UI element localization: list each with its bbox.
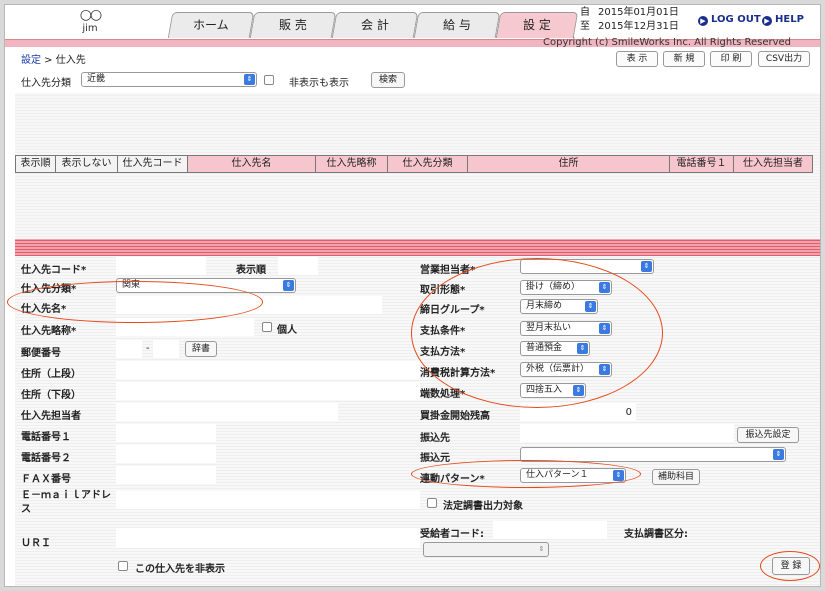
col-header-category[interactable]: 仕入先分類	[387, 155, 467, 173]
hide-supplier-checkbox[interactable]	[118, 561, 128, 571]
zip-label: 郵便番号	[21, 348, 61, 359]
show-button[interactable]: 表 示	[616, 51, 658, 67]
breadcrumb-link-settings[interactable]: 設定	[21, 55, 41, 66]
contact-input[interactable]	[116, 403, 338, 421]
statutory-report-label: 法定調書出力対象	[443, 501, 523, 512]
category-filter-select[interactable]: 近畿 ⇕	[81, 72, 257, 87]
print-button[interactable]: 印 刷	[710, 51, 752, 67]
payment-doc-category-select[interactable]: ⇕	[423, 542, 549, 557]
order-input[interactable]	[278, 257, 318, 275]
short-name-label: 仕入先略称*	[21, 326, 77, 337]
aux-account-button[interactable]: 補助科目	[652, 469, 700, 485]
transfer-from-label: 振込元	[420, 453, 450, 464]
search-button[interactable]: 検索	[371, 72, 405, 88]
copyright: Copyright (c) SmileWorks Inc. All Rights…	[543, 37, 792, 48]
tab-sales[interactable]: 販 売	[249, 12, 337, 38]
address2-label: 住所（下段）	[21, 390, 81, 401]
payment-doc-category-label: 支払調書区分:	[624, 529, 688, 540]
col-header-tel[interactable]: 電話番号１	[669, 155, 733, 173]
col-header-hidden[interactable]: 表示しない	[55, 155, 117, 173]
zip-second-input[interactable]	[153, 340, 179, 358]
tab-accounting[interactable]: 会 計	[331, 12, 419, 38]
zip-separator: -	[146, 343, 150, 354]
tel1-label: 電話番号１	[21, 432, 71, 443]
order-label: 表示順	[236, 265, 266, 276]
col-header-short-name[interactable]: 仕入先略称	[315, 155, 387, 173]
statutory-report-checkbox[interactable]	[427, 498, 437, 508]
recipient-code-input[interactable]	[493, 521, 607, 539]
annotation-ellipse-register	[760, 551, 820, 581]
logout-link[interactable]: ▶ LOG OUT	[698, 14, 761, 26]
new-button[interactable]: 新 規	[663, 51, 705, 67]
code-input[interactable]	[116, 257, 206, 275]
annotation-ellipse-link-pattern	[411, 460, 641, 488]
show-hidden-checkbox[interactable]	[264, 75, 274, 85]
chevron-updown-icon: ⇕	[641, 261, 652, 272]
col-header-address[interactable]: 住所	[467, 155, 669, 173]
csv-export-button[interactable]: CSV出力	[758, 51, 810, 67]
col-header-name[interactable]: 仕入先名	[187, 155, 315, 173]
tab-home[interactable]: ホーム	[167, 12, 255, 38]
address1-label: 住所（上段）	[21, 369, 81, 380]
individual-checkbox[interactable]	[262, 322, 272, 332]
col-header-code[interactable]: 仕入先コード	[117, 155, 187, 173]
logo: ○○ jim	[65, 7, 115, 34]
arrow-right-icon: ▶	[698, 16, 708, 26]
address2-input[interactable]	[116, 382, 420, 400]
zip-first-input[interactable]	[116, 340, 142, 358]
date-range: 自 2015年01月01日 至 2015年12月31日	[580, 7, 679, 32]
transfer-settings-button[interactable]: 振込先設定	[737, 427, 799, 443]
transfer-to-input[interactable]	[520, 424, 734, 442]
date-from: 2015年01月01日	[598, 7, 679, 18]
show-hidden-label: 非表示も表示	[289, 78, 349, 89]
chevron-updown-icon: ⇕	[773, 449, 784, 460]
email-label: Ｅ－ｍａｉｌアドレス	[21, 490, 111, 515]
email-input[interactable]	[116, 491, 420, 509]
col-header-order[interactable]: 表示順	[15, 155, 55, 173]
filter-label: 仕入先分類	[21, 78, 71, 89]
annotation-ellipse-terms	[411, 258, 663, 408]
tel1-input[interactable]	[116, 424, 216, 442]
recipient-code-label: 受給者コード:	[420, 529, 484, 540]
logo-mark: ○○	[79, 7, 102, 23]
chevron-updown-icon: ⇕	[538, 545, 545, 553]
date-to: 2015年12月31日	[598, 21, 679, 32]
url-input[interactable]	[116, 528, 420, 548]
fax-input[interactable]	[116, 466, 216, 484]
col-header-contact[interactable]: 仕入先担当者	[733, 155, 813, 173]
hide-supplier-label: この仕入先を非表示	[135, 564, 225, 575]
url-label: ＵＲＩ	[21, 538, 51, 549]
transfer-to-label: 振込先	[420, 433, 450, 444]
app-window: ○○ jim ホーム 販 売 会 計 給 与 設 定 自 2015年01月01日 …	[4, 4, 821, 587]
tel2-label: 電話番号２	[21, 453, 71, 464]
breadcrumb: 設定 > 仕入先	[21, 55, 86, 66]
dictionary-button[interactable]: 辞書	[185, 341, 217, 357]
opening-balance-value: 0	[625, 407, 632, 418]
fax-label: ＦＡＸ番号	[21, 474, 71, 485]
breadcrumb-current: 仕入先	[55, 55, 86, 66]
help-link[interactable]: ▶ HELP	[762, 14, 804, 26]
contact-label: 仕入先担当者	[21, 411, 81, 422]
tel2-input[interactable]	[116, 445, 216, 463]
arrow-right-icon: ▶	[762, 16, 772, 26]
tab-payroll[interactable]: 給 与	[413, 12, 501, 38]
tab-settings[interactable]: 設 定	[495, 12, 579, 38]
user-name: jim	[82, 23, 98, 34]
annotation-ellipse-name	[7, 281, 263, 323]
splitter-bar[interactable]	[15, 239, 820, 256]
opening-balance-label: 買掛金開始残高	[420, 411, 490, 422]
code-label: 仕入先コード*	[21, 265, 87, 276]
address1-input[interactable]	[116, 361, 420, 379]
individual-label: 個人	[277, 325, 297, 336]
supplier-table-header: 表示順 表示しない 仕入先コード 仕入先名 仕入先略称 仕入先分類 住所 電話番…	[15, 155, 820, 173]
chevron-updown-icon: ⇕	[283, 280, 294, 291]
chevron-updown-icon: ⇕	[244, 74, 255, 85]
